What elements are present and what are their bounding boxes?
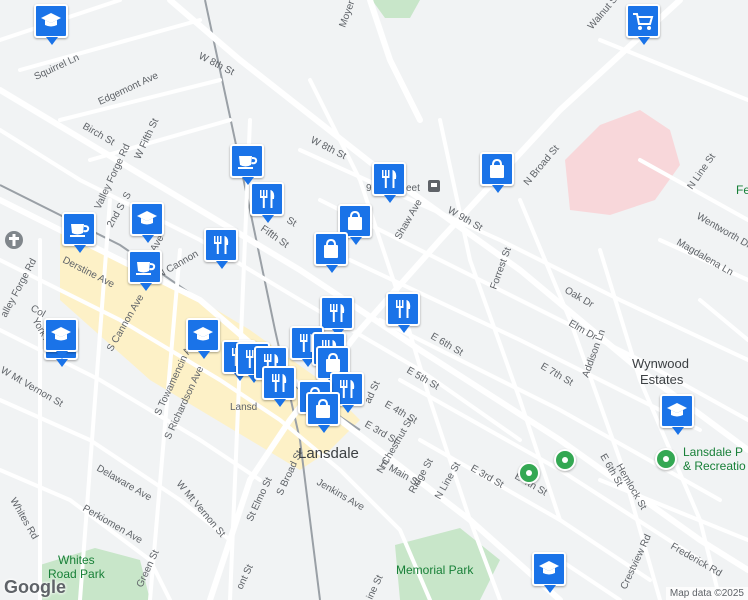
park-label: & Recreatio xyxy=(683,459,746,473)
school-icon xyxy=(36,6,66,36)
park-icon[interactable] xyxy=(655,448,677,470)
street-label: ont St xyxy=(235,563,256,592)
restaurant-pin[interactable] xyxy=(386,292,420,333)
restaurant-icon xyxy=(264,368,294,398)
school-pin[interactable] xyxy=(34,4,68,45)
train-station-icon xyxy=(428,180,440,192)
street-label: Shaw Ave xyxy=(393,197,425,241)
street-label: Squirrel Ln xyxy=(33,52,81,82)
street-label: N Line St xyxy=(685,152,718,192)
shopping-pin[interactable] xyxy=(314,232,348,273)
school-icon xyxy=(132,204,162,234)
restaurant-pin[interactable] xyxy=(250,182,284,223)
street-label: Walnut St xyxy=(586,0,622,32)
street-label: Col xyxy=(29,303,48,320)
school-icon xyxy=(662,396,692,426)
park-label: Memorial Park xyxy=(396,563,474,577)
street-label: Jenkins Ave xyxy=(315,477,367,513)
map-canvas[interactable]: W 8th St Squirrel Ln Edgemont Ave Birch … xyxy=(0,0,748,600)
street-label: Whites Rd xyxy=(7,496,40,541)
city-label-partial: Lansd xyxy=(230,402,257,413)
park-top xyxy=(372,0,420,18)
street-label: Perkiomen Ave xyxy=(81,503,145,546)
church-icon xyxy=(5,231,23,249)
restaurant-icon xyxy=(388,294,418,324)
shopping-pin[interactable] xyxy=(480,152,514,193)
street-label: Magdalena Ln xyxy=(675,237,735,278)
google-logo: Google xyxy=(4,577,66,597)
cafe-icon xyxy=(232,146,262,176)
shopping-icon xyxy=(482,154,512,184)
hospital-area xyxy=(565,110,680,215)
street-label: E 3rd St xyxy=(469,463,506,491)
school-icon xyxy=(534,554,564,584)
restaurant-pin[interactable] xyxy=(320,296,354,337)
park-label: Whites xyxy=(58,553,95,567)
street-label: Delaware Ave xyxy=(95,463,154,504)
cafe-pin[interactable] xyxy=(128,250,162,291)
street-label: St xyxy=(285,215,299,229)
street-label: ad St xyxy=(363,379,383,405)
street-label: ine St xyxy=(365,573,386,600)
place-label: Fe xyxy=(736,183,748,197)
neighborhood-label: Estates xyxy=(640,372,684,387)
shopping-pin[interactable] xyxy=(306,392,340,433)
park-icon[interactable] xyxy=(554,449,576,471)
shopping-icon xyxy=(308,394,338,424)
city-label: Lansdale xyxy=(298,445,359,462)
cafe-pin[interactable] xyxy=(62,212,96,253)
school-pin[interactable] xyxy=(532,552,566,593)
street-label: Moyer Rd xyxy=(337,0,362,29)
restaurant-icon xyxy=(252,184,282,214)
map-base: W 8th St Squirrel Ln Edgemont Ave Birch … xyxy=(0,0,748,600)
school-icon xyxy=(188,320,218,350)
school-pin[interactable] xyxy=(44,318,78,359)
tree-icon[interactable] xyxy=(518,462,540,484)
street-label: W Mt Vernon St xyxy=(174,479,228,540)
restaurant-icon xyxy=(374,164,404,194)
restaurant-icon xyxy=(206,230,236,260)
school-pin[interactable] xyxy=(130,202,164,243)
station-label: eet xyxy=(406,183,420,194)
school-pin[interactable] xyxy=(186,318,220,359)
school-pin[interactable] xyxy=(660,394,694,435)
grocery-icon xyxy=(628,6,658,36)
park-label: Lansdale P xyxy=(683,445,743,459)
neighborhood-label: Wynwood xyxy=(632,356,689,371)
cafe-icon xyxy=(64,214,94,244)
cafe-icon xyxy=(130,252,160,282)
restaurant-pin[interactable] xyxy=(204,228,238,269)
school-icon xyxy=(46,320,76,350)
map-attribution: Map data ©2025 xyxy=(665,587,748,600)
grocery-pin[interactable] xyxy=(626,4,660,45)
restaurant-icon xyxy=(322,298,352,328)
restaurant-pin[interactable] xyxy=(372,162,406,203)
shopping-icon xyxy=(316,234,346,264)
restaurant-pin[interactable] xyxy=(262,366,296,407)
cafe-pin[interactable] xyxy=(230,144,264,185)
street-label: N Broad St xyxy=(522,143,562,188)
